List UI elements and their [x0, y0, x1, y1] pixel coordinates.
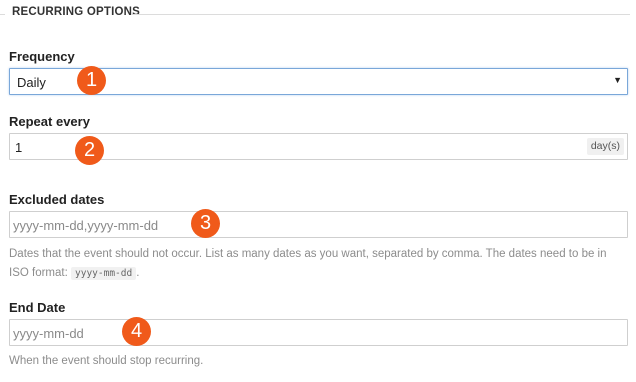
end-date-label: End Date — [9, 300, 66, 315]
repeat-every-value: 1 — [15, 140, 23, 155]
annotation-badge-4: 4 — [122, 317, 151, 346]
frequency-label: Frequency — [9, 49, 75, 64]
annotation-badge-1: 1 — [77, 66, 106, 95]
fieldset-legend: RECURRING OPTIONS — [12, 6, 140, 18]
excluded-dates-label: Excluded dates — [9, 192, 105, 207]
frequency-selected-value: Daily — [17, 75, 46, 90]
repeat-unit-addon: day(s) — [586, 138, 624, 155]
annotation-badge-2: 2 — [75, 136, 104, 165]
excluded-dates-input[interactable]: yyyy-mm-dd,yyyy-mm-dd — [9, 211, 628, 238]
iso-format-code: yyyy-mm-dd — [71, 267, 137, 280]
end-date-help: When the event should stop recurring. — [9, 355, 204, 367]
excluded-dates-help: Dates that the event should not occur. L… — [9, 245, 629, 283]
end-date-placeholder: yyyy-mm-dd — [13, 326, 84, 341]
triangle-down-icon: ▼ — [613, 75, 622, 85]
repeat-every-label: Repeat every — [9, 114, 90, 129]
help-suffix: . — [136, 267, 140, 279]
fieldset-border-right — [132, 14, 630, 15]
excluded-dates-placeholder: yyyy-mm-dd,yyyy-mm-dd — [13, 218, 159, 233]
fieldset-border-left — [0, 14, 5, 15]
end-date-input[interactable]: yyyy-mm-dd — [9, 319, 628, 346]
annotation-badge-3: 3 — [191, 209, 220, 238]
